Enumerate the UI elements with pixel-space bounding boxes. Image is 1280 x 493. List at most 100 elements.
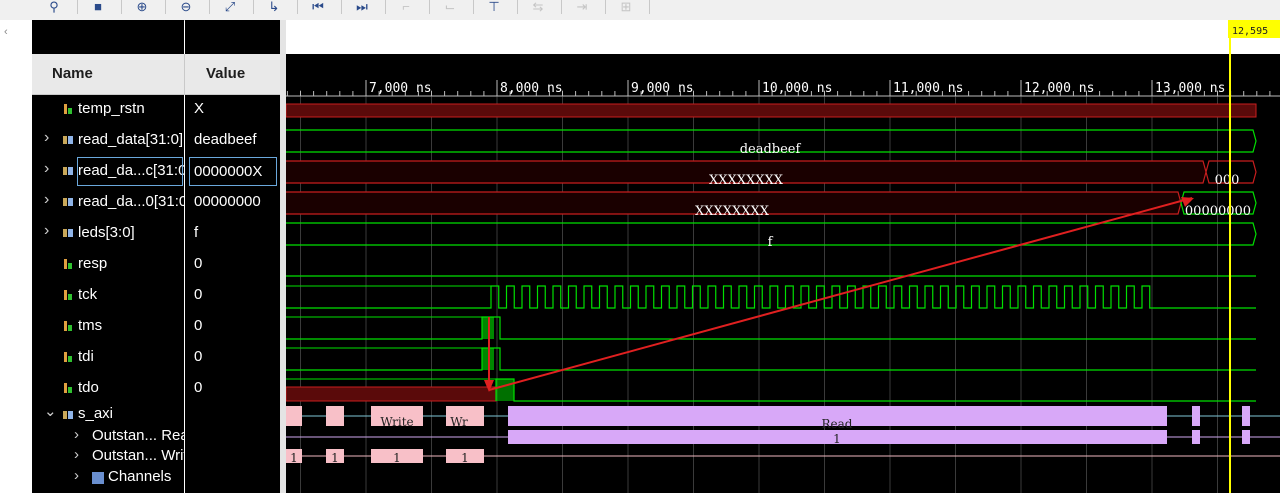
axi-write-transaction (286, 406, 302, 426)
toolbar-separator (385, 0, 386, 14)
toolbar-separator (517, 0, 518, 14)
bus-signal-icon (63, 167, 73, 175)
zoom-icon[interactable]: ⚲ (44, 0, 64, 14)
snap-icon[interactable]: ⇥ (572, 0, 592, 14)
expand-chevron-icon[interactable]: › (74, 426, 79, 443)
toolbar-separator (605, 0, 606, 14)
signal-value-cell[interactable]: X (185, 94, 280, 125)
signal-value: f (194, 224, 199, 241)
signal-row-read-da-0-31-0[interactable]: › read_da...0[31:0] (32, 187, 184, 218)
float-ruler-icon[interactable]: ⊞ (616, 0, 636, 14)
bit-signal-icon (64, 352, 72, 362)
bit-signal-icon (64, 259, 72, 269)
go-to-cursor-icon[interactable]: ↳ (264, 0, 284, 14)
expand-chevron-icon[interactable]: › (44, 222, 49, 240)
signal-name: tdi (78, 348, 94, 365)
next-marker-icon[interactable]: ⊤ (484, 0, 504, 14)
signal-value-cell[interactable]: 0 (185, 249, 280, 280)
value-column-header[interactable]: Value (206, 54, 245, 94)
ruler-tick-label: 7,000 ns (369, 81, 432, 96)
signal-row-temp-rstn[interactable]: temp_rstn (32, 94, 184, 125)
signal-value: X (194, 100, 205, 117)
signal-row-leds-3-0[interactable]: › leds[3:0] (32, 218, 184, 249)
toolbar-separator (77, 0, 78, 14)
axi-outstanding-read-bar (1242, 430, 1250, 444)
axi-outstanding-read-value: 1 (833, 432, 841, 446)
interface-child-name: Outstan... Read (92, 427, 184, 444)
axi-write-label: Wr (450, 415, 468, 429)
ruler-tick-label: 8,000 ns (500, 81, 563, 96)
expand-chevron-icon[interactable]: › (74, 467, 79, 484)
toolbar-separator (649, 0, 650, 14)
ruler-tick-label: 12,000 ns (1024, 81, 1094, 96)
expand-chevron-icon[interactable]: › (44, 129, 49, 147)
signal-value: 0 (194, 317, 203, 334)
axi-write-label: Write (380, 415, 413, 429)
read-data-bus-value: deadbeef (740, 142, 802, 157)
signal-row-read-data-31-0[interactable]: › read_data[31:0] (32, 125, 184, 156)
signal-value-cell[interactable]: 00000000 (185, 187, 280, 218)
bit-signal-icon (64, 104, 72, 114)
axi-read-transaction (1192, 406, 1200, 426)
swap-cursors-icon[interactable]: ⇆ (528, 0, 548, 14)
axi-outstanding-write-value: 1 (331, 451, 339, 465)
waveform-toolbar: ⚲ ■ ⊕ ⊖ ⤢ ↳ ⏮ ⏭ ⌐ ⌙ ⊤ ⇆ ⇥ ⊞ (0, 0, 1280, 21)
collapse-chevron-icon[interactable]: ‹ (4, 26, 8, 38)
previous-marker-icon[interactable]: ⌙ (440, 0, 460, 14)
signal-row-tdi[interactable]: tdi (32, 342, 184, 373)
left-edge-strip: ‹ (0, 20, 33, 493)
axi-outstanding-write-value: 1 (290, 451, 298, 465)
signal-row-tdo[interactable]: tdo (32, 373, 184, 404)
next-transition-icon[interactable]: ⏭ (352, 0, 372, 14)
signal-value-cell[interactable]: deadbeef (185, 125, 280, 156)
expand-chevron-icon[interactable]: › (44, 191, 49, 209)
signal-row-tms[interactable]: tms (32, 311, 184, 342)
add-marker-icon[interactable]: ⌐ (396, 0, 416, 14)
signal-value-cell[interactable]: 0 (185, 373, 280, 404)
signal-row-resp[interactable]: resp (32, 249, 184, 280)
waveform-canvas[interactable]: 7,000 ns 8,000 ns 9,000 ns 10,000 ns 11,000 … (286, 20, 1280, 493)
interface-child-row[interactable]: › Outstan... Read (32, 426, 184, 448)
toolbar-separator (165, 0, 166, 14)
zoom-fit-icon[interactable]: ⤢ (220, 0, 240, 14)
waveform-panel[interactable]: 7,000 ns 8,000 ns 9,000 ns 10,000 ns 11,000 … (286, 20, 1280, 493)
selection-outline (77, 157, 183, 186)
signal-row-s-axi[interactable]: ⌄ s_axi (32, 402, 184, 426)
interface-child-row[interactable]: › Outstan... Write (32, 446, 184, 468)
signal-value: 00000000 (194, 193, 261, 210)
signal-name: tms (78, 317, 103, 334)
bit-signal-icon (64, 321, 72, 331)
signal-name: tck (78, 286, 98, 303)
interface-name: s_axi (78, 405, 114, 422)
interface-icon (63, 411, 73, 419)
toolbar-separator (473, 0, 474, 14)
signal-value-cell[interactable]: 0 (185, 280, 280, 311)
signal-name: leds[3:0] (78, 224, 135, 241)
signal-row-read-da-c-31-0[interactable]: › read_da...c[31:0] (32, 156, 184, 187)
signal-value: 0000000X (194, 163, 263, 180)
name-column-header[interactable]: Name (52, 54, 93, 94)
zoom-out-icon[interactable]: ⊖ (176, 0, 196, 14)
toolbar-separator (341, 0, 342, 14)
signal-value: deadbeef (194, 131, 257, 148)
signal-value-cell[interactable]: 0 (185, 342, 280, 373)
signal-value-cell[interactable]: 0000000X (189, 157, 277, 186)
expand-chevron-icon[interactable]: › (74, 446, 79, 463)
save-icon[interactable]: ■ (88, 0, 108, 14)
signal-value-cell[interactable]: 0 (185, 311, 280, 342)
ruler-tick-label: 11,000 ns (893, 81, 963, 96)
collapse-chevron-icon[interactable]: ⌄ (44, 402, 57, 420)
toolbar-separator (297, 0, 298, 14)
previous-transition-icon[interactable]: ⏮ (308, 0, 328, 14)
tdo-x-wave (286, 386, 497, 402)
read-da0-bus-value: XXXXXXXX (695, 204, 770, 219)
zoom-in-icon[interactable]: ⊕ (132, 0, 152, 14)
signal-row-tck[interactable]: tck (32, 280, 184, 311)
signal-value-cell[interactable]: f (185, 218, 280, 249)
ruler-tick-label: 13,000 ns (1155, 81, 1225, 96)
column-divider[interactable] (184, 54, 185, 94)
interface-child-row[interactable]: › Channels (32, 467, 184, 489)
interface-child-name: Channels (108, 468, 172, 485)
expand-chevron-icon[interactable]: › (44, 160, 49, 178)
toolbar-separator (121, 0, 122, 14)
